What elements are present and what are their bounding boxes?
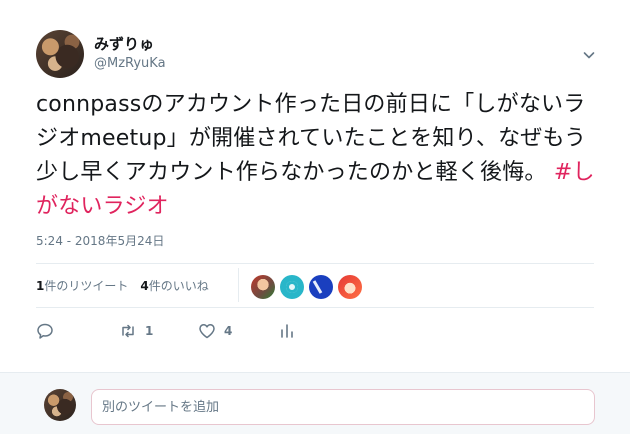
- likes-label: 件のいいね: [148, 279, 209, 293]
- reply-icon: [37, 323, 53, 339]
- tweet-text: connpassのアカウント作った日の前日に「しがないラジオmeetup」が開催…: [36, 88, 596, 224]
- heart-icon: [199, 324, 215, 339]
- likes-count: 4: [140, 279, 149, 293]
- reply-button[interactable]: [36, 322, 54, 340]
- author-avatar[interactable]: [36, 30, 84, 78]
- retweet-icon: [122, 324, 134, 338]
- analytics-icon: [281, 324, 293, 338]
- engagement-stats: 1件のリツイート 4件のいいね: [36, 277, 209, 294]
- retweets-stat[interactable]: 1件のリツイート: [36, 277, 128, 294]
- liker-avatar[interactable]: [309, 275, 333, 299]
- like-count: 4: [224, 324, 233, 338]
- liker-avatar[interactable]: [251, 275, 275, 299]
- liker-avatar[interactable]: [338, 275, 362, 299]
- divider: [36, 263, 594, 264]
- stats-separator: [238, 268, 239, 302]
- author-display-name[interactable]: みずりゅ: [94, 33, 154, 54]
- retweet-button[interactable]: 1: [119, 322, 153, 340]
- reply-input[interactable]: [91, 389, 595, 425]
- tweet-timestamp[interactable]: 5:24 - 2018年5月24日: [36, 232, 164, 249]
- likes-stat[interactable]: 4件のいいね: [140, 277, 208, 294]
- retweet-count: 1: [145, 324, 154, 338]
- liker-avatars: [251, 275, 362, 299]
- liker-avatar[interactable]: [280, 275, 304, 299]
- chevron-down-icon[interactable]: [583, 46, 595, 59]
- analytics-button[interactable]: [278, 322, 296, 340]
- tweet-card: みずりゅ @MzRyuKa connpassのアカウント作った日の前日に「しがな…: [0, 0, 630, 434]
- divider: [36, 307, 594, 308]
- tweet-body: connpassのアカウント作った日の前日に「しがないラジオmeetup」が開催…: [36, 92, 587, 185]
- like-button[interactable]: 4: [198, 322, 232, 340]
- retweets-label: 件のリツイート: [44, 279, 129, 293]
- current-user-avatar: [44, 389, 76, 421]
- author-handle[interactable]: @MzRyuKa: [94, 56, 166, 71]
